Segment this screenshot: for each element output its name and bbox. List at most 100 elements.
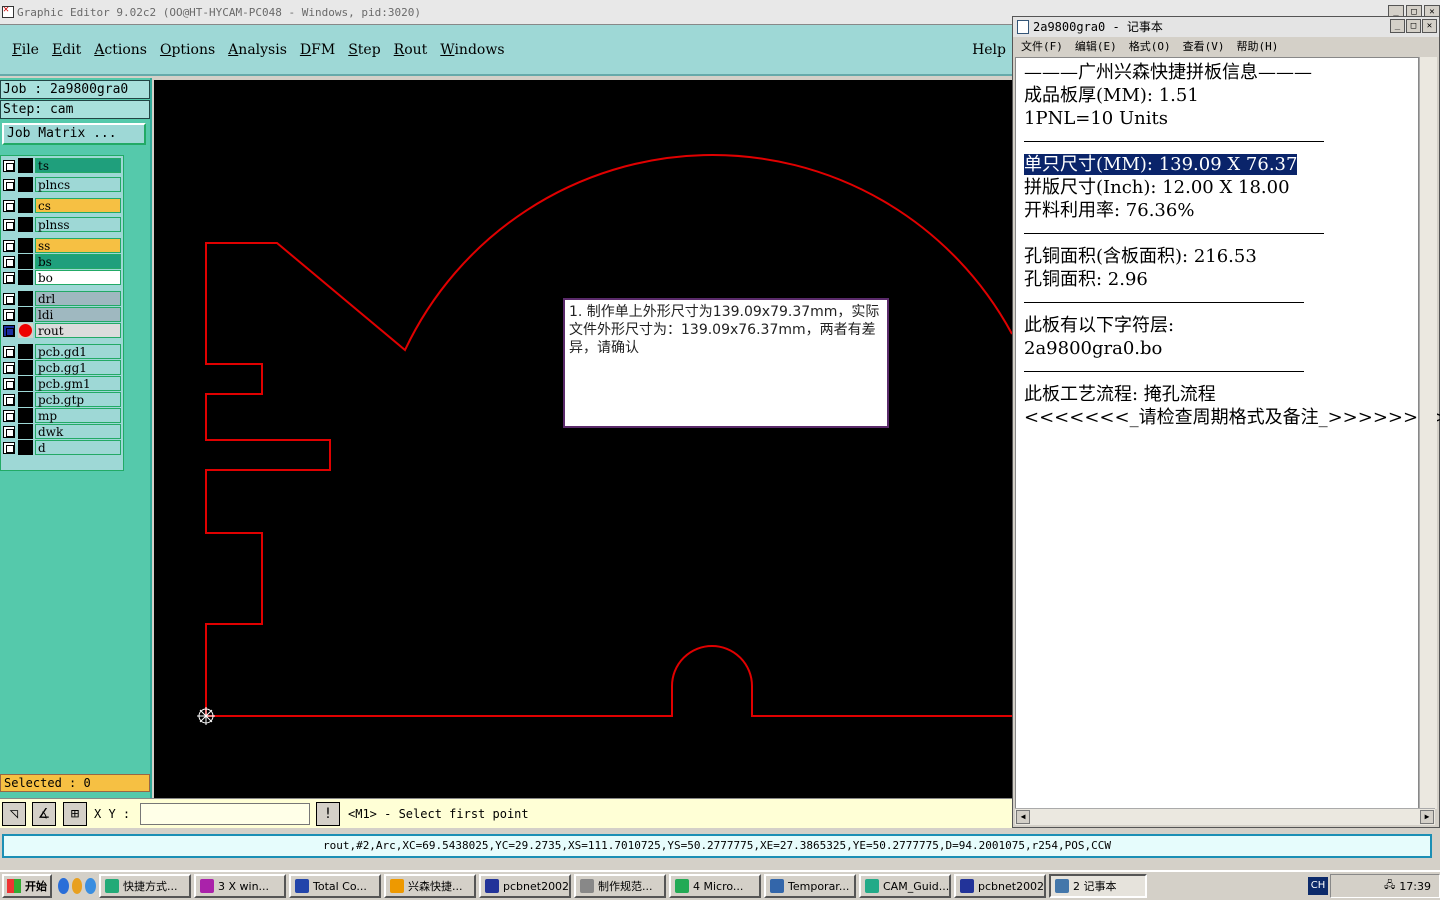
menu-help[interactable]: 帮助(H): [1237, 37, 1279, 57]
vertical-scrollbar[interactable]: [1419, 57, 1437, 809]
close-icon[interactable]: ✕: [1422, 19, 1437, 33]
grid-button[interactable]: ⊞: [63, 802, 87, 826]
menu-edit[interactable]: Edit: [52, 42, 81, 58]
notepad-line: 2a9800gra0.bo: [1024, 337, 1418, 360]
menu-analysis[interactable]: Analysis: [228, 42, 287, 58]
taskbar-button[interactable]: 2 记事本: [1049, 874, 1147, 898]
taskbar-button[interactable]: Total Co...: [289, 874, 381, 898]
layer-checkbox[interactable]: [3, 271, 15, 284]
taskbar-button[interactable]: pcbnet2002: [954, 874, 1046, 898]
maximize-icon[interactable]: □: [1406, 19, 1421, 33]
layer-color-swatch: [18, 270, 33, 285]
layer-row-ldi[interactable]: ldi: [3, 307, 121, 322]
minimize-icon[interactable]: _: [1390, 19, 1405, 33]
start-button[interactable]: 开始: [2, 874, 52, 898]
taskbar-button[interactable]: 4 Micro...: [669, 874, 761, 898]
task-label: 制作规范...: [598, 880, 653, 893]
taskbar-button[interactable]: 快捷方式...: [99, 874, 191, 898]
red-dot-icon: [19, 324, 32, 337]
menu-rout[interactable]: Rout: [394, 42, 428, 58]
xy-input[interactable]: [140, 803, 310, 825]
notepad-line: 1PNL=10 Units: [1024, 107, 1418, 130]
layer-row-bo[interactable]: bo: [3, 270, 121, 285]
layer-checkbox[interactable]: [3, 324, 15, 337]
layer-checkbox[interactable]: [3, 409, 15, 422]
layer-checkbox[interactable]: [3, 178, 15, 191]
menu-file[interactable]: 文件(F): [1021, 37, 1063, 57]
layer-row-pcb-gg1[interactable]: pcb.gg1: [3, 360, 121, 375]
job-matrix-button[interactable]: Job Matrix ...: [2, 123, 146, 145]
layer-row-d[interactable]: d: [3, 440, 121, 455]
menu-format[interactable]: 格式(O): [1129, 37, 1171, 57]
menu-view[interactable]: 查看(V): [1183, 37, 1225, 57]
layer-row-plnss[interactable]: plnss: [3, 217, 121, 232]
menu-step[interactable]: Step: [348, 42, 380, 58]
ime-indicator[interactable]: CH: [1308, 877, 1328, 895]
layer-checkbox[interactable]: [3, 361, 15, 374]
layer-row-bs[interactable]: bs: [3, 254, 121, 269]
task-app-icon: [960, 879, 974, 893]
taskbar-button[interactable]: 制作规范...: [574, 874, 666, 898]
task-label: Temporar...: [788, 879, 850, 893]
layer-row-ts[interactable]: ts: [3, 158, 121, 173]
layer-row-cs[interactable]: cs: [3, 198, 121, 213]
layer-row-ss[interactable]: ss: [3, 238, 121, 253]
notepad-window-controls: _ □ ✕: [1390, 19, 1437, 33]
layer-row-mp[interactable]: mp: [3, 408, 121, 423]
layer-checkbox[interactable]: [3, 159, 15, 172]
desktop-icon[interactable]: [85, 878, 97, 894]
layer-checkbox[interactable]: [3, 308, 15, 321]
layer-checkbox[interactable]: [3, 218, 15, 231]
menu-file[interactable]: File: [12, 42, 39, 58]
taskbar-button[interactable]: pcbnet2002: [479, 874, 571, 898]
zoom-area-button[interactable]: ◹: [2, 802, 26, 826]
layer-row-pcb-gtp[interactable]: pcb.gtp: [3, 392, 121, 407]
layer-row-rout[interactable]: rout: [3, 323, 121, 338]
notepad-text-area[interactable]: ———广州兴森快捷拼板信息——— 成品板厚(MM): 1.51 1PNL=10 Un…: [1015, 57, 1440, 809]
menu-windows[interactable]: Windows: [440, 42, 504, 58]
layer-checkbox[interactable]: [3, 345, 15, 358]
taskbar-button[interactable]: 兴森快捷...: [384, 874, 476, 898]
horizontal-scrollbar[interactable]: ◀ ▶: [1015, 808, 1435, 825]
layer-checkbox[interactable]: [3, 393, 15, 406]
layer-color-swatch: [18, 158, 33, 173]
menu-help[interactable]: Help: [972, 42, 1006, 58]
notepad-line: 此板工艺流程: 掩孔流程: [1024, 383, 1418, 406]
graphic-canvas[interactable]: 1. 制作单上外形尺寸为139.09x79.37mm，实际文件外形尺寸为：139…: [154, 80, 1012, 798]
ge-menubar: File Edit Actions Options Analysis DFM S…: [0, 25, 1012, 76]
taskbar: 开始 快捷方式... 3 X win... Total Co... 兴森快捷... pc…: [0, 870, 1440, 900]
alert-button[interactable]: !: [316, 802, 340, 826]
measure-button[interactable]: ∡: [32, 802, 56, 826]
layer-row-pcb-gd1[interactable]: pcb.gd1: [3, 344, 121, 359]
media-icon[interactable]: [71, 878, 83, 894]
menu-edit[interactable]: 编辑(E): [1075, 37, 1117, 57]
scroll-right-icon[interactable]: ▶: [1420, 810, 1434, 824]
layer-color-swatch: [18, 408, 33, 423]
layer-row-dwk[interactable]: dwk: [3, 424, 121, 439]
windows-logo-icon: [7, 879, 21, 893]
taskbar-button[interactable]: 3 X win...: [194, 874, 286, 898]
taskbar-button[interactable]: CAM_Guid...: [859, 874, 951, 898]
menu-dfm[interactable]: DFM: [300, 42, 335, 58]
layer-row-plncs[interactable]: plncs: [3, 177, 121, 192]
layer-checkbox[interactable]: [3, 441, 15, 454]
layer-checkbox[interactable]: [3, 255, 15, 268]
layer-row-drl[interactable]: drl: [3, 291, 121, 306]
task-app-icon: [675, 879, 689, 893]
clock: 17:39: [1399, 879, 1431, 893]
layer-checkbox[interactable]: [3, 199, 15, 212]
menu-actions[interactable]: Actions: [94, 42, 147, 58]
desktop: Graphic Editor 9.02c2 (OO@HT-HYCAM-PC048…: [0, 0, 1440, 900]
ie-icon[interactable]: [58, 878, 69, 894]
layer-checkbox[interactable]: [3, 377, 15, 390]
layer-color-swatch: [18, 238, 33, 253]
notepad-line: 拼版尺寸(Inch): 12.00 X 18.00: [1024, 176, 1418, 199]
scroll-left-icon[interactable]: ◀: [1016, 810, 1030, 824]
menu-options[interactable]: Options: [160, 42, 215, 58]
taskbar-button[interactable]: Temporar...: [764, 874, 856, 898]
layer-checkbox[interactable]: [3, 425, 15, 438]
layer-checkbox[interactable]: [3, 239, 15, 252]
network-icon[interactable]: 🖧: [1384, 878, 1395, 895]
layer-row-pcb-gm1[interactable]: pcb.gm1: [3, 376, 121, 391]
layer-checkbox[interactable]: [3, 292, 15, 305]
